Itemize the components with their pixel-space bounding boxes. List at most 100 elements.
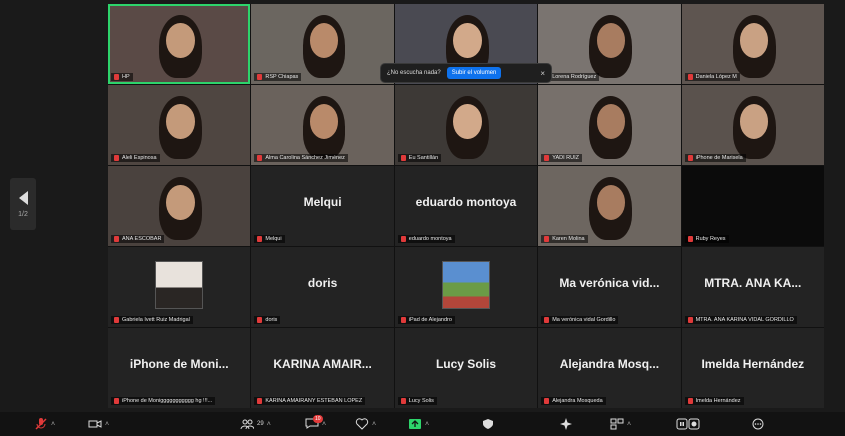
participant-caption-label: Aleli Espinosa xyxy=(122,155,157,161)
record-button[interactable] xyxy=(676,416,700,432)
heart-icon xyxy=(355,418,369,430)
microphone-muted-icon xyxy=(35,418,47,430)
participant-name: Alejandra Mosq... xyxy=(559,356,660,371)
more-icon xyxy=(752,418,764,430)
participant-caption: Daniela López M xyxy=(684,73,740,81)
participant-caption: Imelda Hernández xyxy=(684,397,744,405)
camera-icon xyxy=(88,420,102,428)
record-icon xyxy=(676,418,700,430)
participant-face xyxy=(453,104,482,140)
participant-tile[interactable]: YADI RUIZ xyxy=(538,85,681,165)
participant-tile[interactable]: iPad de Alejandro xyxy=(394,247,538,327)
microphone-muted-icon xyxy=(114,398,119,404)
participant-name: MTRA. ANA KA... xyxy=(704,275,802,290)
participant-tile[interactable]: eduardo montoya eduardo montoya xyxy=(394,166,538,246)
participant-tile[interactable]: Daniela López M xyxy=(681,4,824,84)
close-icon[interactable]: × xyxy=(540,69,545,78)
microphone-muted-icon xyxy=(400,236,406,242)
microphone-muted-icon xyxy=(687,317,693,323)
participant-caption: Aleli Espinosa xyxy=(111,154,160,162)
participant-tile[interactable]: Lucy Solis Lucy Solis xyxy=(394,328,538,408)
participant-name: iPhone de Moni... xyxy=(129,356,229,371)
raise-volume-button[interactable]: Subir el volumen xyxy=(446,67,502,79)
participant-name: Melqui xyxy=(303,194,342,209)
participant-caption-label: YADI RUIZ xyxy=(552,155,579,161)
reactions-button[interactable]: ˄ xyxy=(355,416,376,432)
participant-caption: RSP Chiapas xyxy=(254,73,302,81)
microphone-muted-icon xyxy=(687,155,693,161)
ai-companion-button[interactable] xyxy=(560,416,572,432)
participant-tile[interactable]: Eu Santillán xyxy=(394,85,538,165)
participant-name: eduardo montoya xyxy=(415,194,517,209)
chat-badge: 10 xyxy=(313,415,323,423)
share-screen-icon xyxy=(409,419,421,429)
participant-tile[interactable]: HP xyxy=(108,4,251,84)
share-screen-button[interactable]: ˄ xyxy=(408,416,429,432)
profile-picture xyxy=(441,261,490,309)
microphone-muted-icon xyxy=(544,398,550,404)
arrow-left-icon xyxy=(18,190,28,205)
participant-caption-label: Melqui xyxy=(265,236,282,242)
participant-caption-label: Daniela López M xyxy=(695,74,737,80)
chevron-up-icon[interactable]: ˄ xyxy=(51,421,55,428)
participant-caption-label: eduardo montoya xyxy=(408,236,452,242)
participant-caption-label: doris xyxy=(265,317,278,323)
page-indicator: 1/2 xyxy=(18,210,28,218)
apps-button[interactable]: ˄ xyxy=(610,416,631,432)
participant-caption-label: iPhone de Moniggggggggggg hg !!!... xyxy=(122,398,213,404)
participant-tile[interactable]: Alejandra Mosq... Alejandra Mosqueda xyxy=(538,328,681,408)
microphone-muted-icon xyxy=(544,155,550,161)
chevron-up-icon[interactable]: ˄ xyxy=(372,421,376,428)
participant-tile[interactable]: ANA ESCOBAR xyxy=(108,166,251,246)
participant-caption-label: Gabriela Ivett Ruiz Madrigal xyxy=(122,317,190,323)
more-button[interactable] xyxy=(752,416,764,432)
shield-icon xyxy=(483,419,493,429)
chevron-up-icon[interactable]: ˄ xyxy=(627,421,631,428)
microphone-muted-icon xyxy=(687,236,693,242)
participant-face xyxy=(166,104,195,140)
mute-button[interactable]: ˄ xyxy=(34,416,55,432)
participant-tile[interactable]: doris doris xyxy=(251,247,394,327)
participant-name: Imelda Hernández xyxy=(701,356,805,371)
chevron-up-icon[interactable]: ˄ xyxy=(322,421,326,428)
participants-button[interactable]: 29 ˄ xyxy=(240,416,271,432)
participant-tile[interactable]: iPhone de Marisela xyxy=(681,85,824,165)
security-button[interactable] xyxy=(482,416,494,432)
meeting-toolbar: ˄ ˄ 29 ˄ 10 ˄ ˄ ˄ ˄ xyxy=(0,412,845,436)
microphone-muted-icon xyxy=(257,155,263,161)
participant-tile[interactable]: Ma verónica vid... Ma verónica vidal Gord… xyxy=(538,247,681,327)
participant-tile[interactable]: iPhone de Moni... iPhone de Moniggggggggg… xyxy=(108,328,251,408)
participant-tile[interactable]: Imelda Hernández Imelda Hernández xyxy=(681,328,824,408)
microphone-muted-icon xyxy=(114,317,119,323)
participant-tile[interactable]: Karen Molina xyxy=(538,166,681,246)
participant-tile[interactable]: KARINA AMAIR... KARINA AMAIRANY ESTEBAN L… xyxy=(251,328,394,408)
participant-tile[interactable]: Lorena Rodríguez xyxy=(538,4,681,84)
participant-caption-label: iPhone de Marisela xyxy=(695,155,743,161)
microphone-muted-icon xyxy=(257,74,263,80)
participant-tile[interactable]: Gabriela Ivett Ruiz Madrigal xyxy=(108,247,251,327)
audio-prompt: ¿No escucha nada? Subir el volumen × xyxy=(380,63,552,83)
participant-caption: iPhone de Marisela xyxy=(684,154,746,162)
participant-caption-label: ANA ESCOBAR xyxy=(122,236,162,242)
profile-picture xyxy=(155,261,204,309)
participant-tile[interactable]: Alma Carolina Sánchez Jiménez xyxy=(251,85,394,165)
participant-tile[interactable]: Aleli Espinosa xyxy=(108,85,251,165)
participant-tile[interactable]: Ruby Reyes xyxy=(681,166,824,246)
video-button[interactable]: ˄ xyxy=(88,416,109,432)
participant-tile[interactable]: MTRA. ANA KA... MTRA. ANA KARINA VIDAL GO… xyxy=(681,247,824,327)
participant-face xyxy=(596,185,626,221)
participant-caption-label: Imelda Hernández xyxy=(695,398,741,404)
apps-icon xyxy=(610,418,624,430)
chevron-up-icon[interactable]: ˄ xyxy=(267,421,271,428)
participant-face xyxy=(166,23,195,59)
previous-page-button[interactable]: 1/2 xyxy=(10,178,36,230)
participant-tile[interactable]: Melqui Melqui xyxy=(251,166,394,246)
microphone-muted-icon xyxy=(400,398,406,404)
microphone-muted-icon xyxy=(400,155,406,161)
microphone-muted-icon xyxy=(257,236,263,242)
participant-tile[interactable]: RSP Chiapas xyxy=(251,4,394,84)
chevron-up-icon[interactable]: ˄ xyxy=(425,421,429,428)
participant-caption: Gabriela Ivett Ruiz Madrigal xyxy=(111,316,193,324)
chat-button[interactable]: 10 ˄ xyxy=(305,415,326,432)
chevron-up-icon[interactable]: ˄ xyxy=(105,421,109,428)
